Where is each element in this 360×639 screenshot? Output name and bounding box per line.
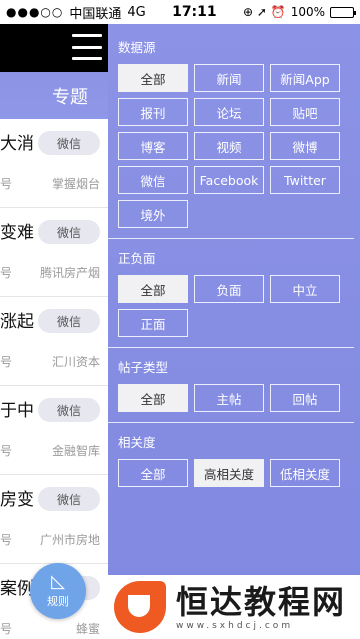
page-title: 专题 <box>0 72 108 119</box>
feed-item-source: 腾讯房产烟 <box>39 266 100 280</box>
source-option[interactable]: 微博 <box>270 132 340 160</box>
source-option[interactable]: 视频 <box>194 132 264 160</box>
watermark-url: www.sxhdcj.com <box>176 621 294 631</box>
watermark-title: 恒达教程网 <box>176 583 347 621</box>
signal-icon: ●●●○○ <box>6 5 64 19</box>
source-badge: 微信 <box>38 487 100 511</box>
clock: 17:11 <box>172 4 217 20</box>
relevance-option[interactable]: 低相关度 <box>270 459 340 487</box>
sentiment-title: 正负面 <box>118 250 156 266</box>
sentiment-section: 正负面 全部 负面 中立正面 <box>118 243 360 337</box>
source-option[interactable]: Twitter <box>270 166 340 194</box>
feed-item-title: 大消 <box>0 134 34 154</box>
feed-item[interactable]: 房变 微信号 广州市房地 <box>0 475 108 564</box>
menu-icon[interactable] <box>72 34 102 60</box>
relevance-option[interactable]: 高相关度 <box>194 459 264 487</box>
post-type-option[interactable]: 主帖 <box>194 384 264 412</box>
feed-item-source: 蜂蜜 <box>75 622 100 636</box>
source-option[interactable]: 新闻App <box>270 64 340 92</box>
site-logo-icon <box>114 581 166 633</box>
feed-item-meta: 号 <box>0 355 13 369</box>
post-type-options: 全部 主帖 回帖 <box>118 384 360 412</box>
source-option[interactable]: 微信 <box>118 166 188 194</box>
top-bar <box>0 24 108 72</box>
feed-item-meta: 号 <box>0 533 13 547</box>
watermark-text: 恒达教程网 www.sxhdcj.com <box>176 583 346 631</box>
source-option[interactable]: 报刊 <box>118 98 188 126</box>
filter-drawer: 数据源 全部 新闻 新闻App 报刊 论坛 贴吧 博客 视频 微博 微信 Facebook Twitt… <box>108 24 360 639</box>
source-badge: 微信 <box>38 398 100 422</box>
feed-item[interactable]: 涨起 微信号 汇川资本 <box>0 297 108 386</box>
sentiment-option[interactable]: 正面 <box>118 309 188 337</box>
feed-item-title: 房变 <box>0 490 34 510</box>
battery-icon <box>330 6 356 18</box>
feed-item[interactable]: 大消 微信号 掌握烟台 <box>0 119 108 208</box>
source-option[interactable]: 全部 <box>118 64 188 92</box>
source-badge: 微信 <box>38 309 100 333</box>
feed-item-source: 汇川资本 <box>51 355 100 369</box>
sentiment-option[interactable]: 中立 <box>270 275 340 303</box>
divider <box>108 347 354 348</box>
post-type-section: 帖子类型 全部 主帖 回帖 <box>118 352 360 412</box>
feed-list: 大消 微信号掌握烟台 变难 微信号腾讯房产烟 涨起 微信号汇川资本 于中 微信号金融智库 房变微… <box>0 119 108 639</box>
divider <box>108 422 354 423</box>
sentiment-options: 全部 负面 中立正面 <box>118 275 360 337</box>
source-section: 数据源 全部 新闻 新闻App 报刊 论坛 贴吧博客 视频 微博微信 Facebook Twitt… <box>118 32 360 228</box>
source-title: 数据源 <box>118 39 156 55</box>
feed-item-title: 涨起 <box>0 312 34 332</box>
feed-item[interactable]: 变难 微信号 腾讯房产烟 <box>0 208 108 297</box>
source-badge: 微信 <box>38 131 100 155</box>
feed-item-meta: 号 <box>0 622 13 636</box>
feed-item[interactable]: 于中 微信号 金融智库 <box>0 386 108 475</box>
feed-item-meta: 号 <box>0 266 13 280</box>
status-right: ⊕ ➚ ⏰ 100% <box>243 5 356 19</box>
divider <box>108 238 354 239</box>
feed-item-source: 金融智库 <box>51 444 100 458</box>
feed-item-title: 于中 <box>0 401 34 421</box>
rules-button-label: 规则 <box>47 595 69 608</box>
relevance-option[interactable]: 全部 <box>118 459 188 487</box>
source-option[interactable]: 新闻 <box>194 64 264 92</box>
source-option[interactable]: 博客 <box>118 132 188 160</box>
status-icons: ⊕ ➚ ⏰ <box>243 5 286 19</box>
feed-item-meta: 号 <box>0 444 13 458</box>
sentiment-option[interactable]: 全部 <box>118 275 188 303</box>
status-left: ●●●○○ 中国联通 4G <box>6 3 146 22</box>
post-type-option[interactable]: 回帖 <box>270 384 340 412</box>
source-option[interactable]: 境外 <box>118 200 188 228</box>
relevance-options: 全部 高相关度 低相关度 <box>118 459 360 487</box>
relevance-section: 相关度 全部 高相关度 低相关度 <box>118 427 360 487</box>
ruler-icon: ◺ <box>51 571 65 592</box>
carrier-label: 中国联通 <box>69 6 122 22</box>
source-option[interactable]: 论坛 <box>194 98 264 126</box>
feed-item-source: 广州市房地 <box>39 533 100 547</box>
feed-item-meta: 号 <box>0 177 13 191</box>
source-option[interactable]: 贴吧 <box>270 98 340 126</box>
rules-button[interactable]: ◺ 规则 <box>30 563 86 619</box>
relevance-title: 相关度 <box>118 434 156 450</box>
post-type-option[interactable]: 全部 <box>118 384 188 412</box>
sentiment-option[interactable]: 负面 <box>194 275 264 303</box>
left-pane: 专题 大消 微信号掌握烟台 变难 微信号腾讯房产烟 涨起 微信号汇川资本 于中 微信号金融智库… <box>0 24 108 639</box>
feed-item-title: 变难 <box>0 223 34 243</box>
battery-percent: 100% <box>290 5 325 19</box>
post-type-title: 帖子类型 <box>118 359 169 375</box>
watermark-banner: 恒达教程网 www.sxhdcj.com <box>108 575 360 639</box>
source-badge: 微信 <box>38 220 100 244</box>
source-option[interactable]: Facebook <box>194 166 264 194</box>
status-bar: ●●●○○ 中国联通 4G 17:11 ⊕ ➚ ⏰ 100% <box>0 0 360 24</box>
network-label: 4G <box>127 4 146 20</box>
source-options: 全部 新闻 新闻App 报刊 论坛 贴吧博客 视频 微博微信 Facebook Twitter 境外 <box>118 64 360 228</box>
feed-item-source: 掌握烟台 <box>51 177 100 191</box>
